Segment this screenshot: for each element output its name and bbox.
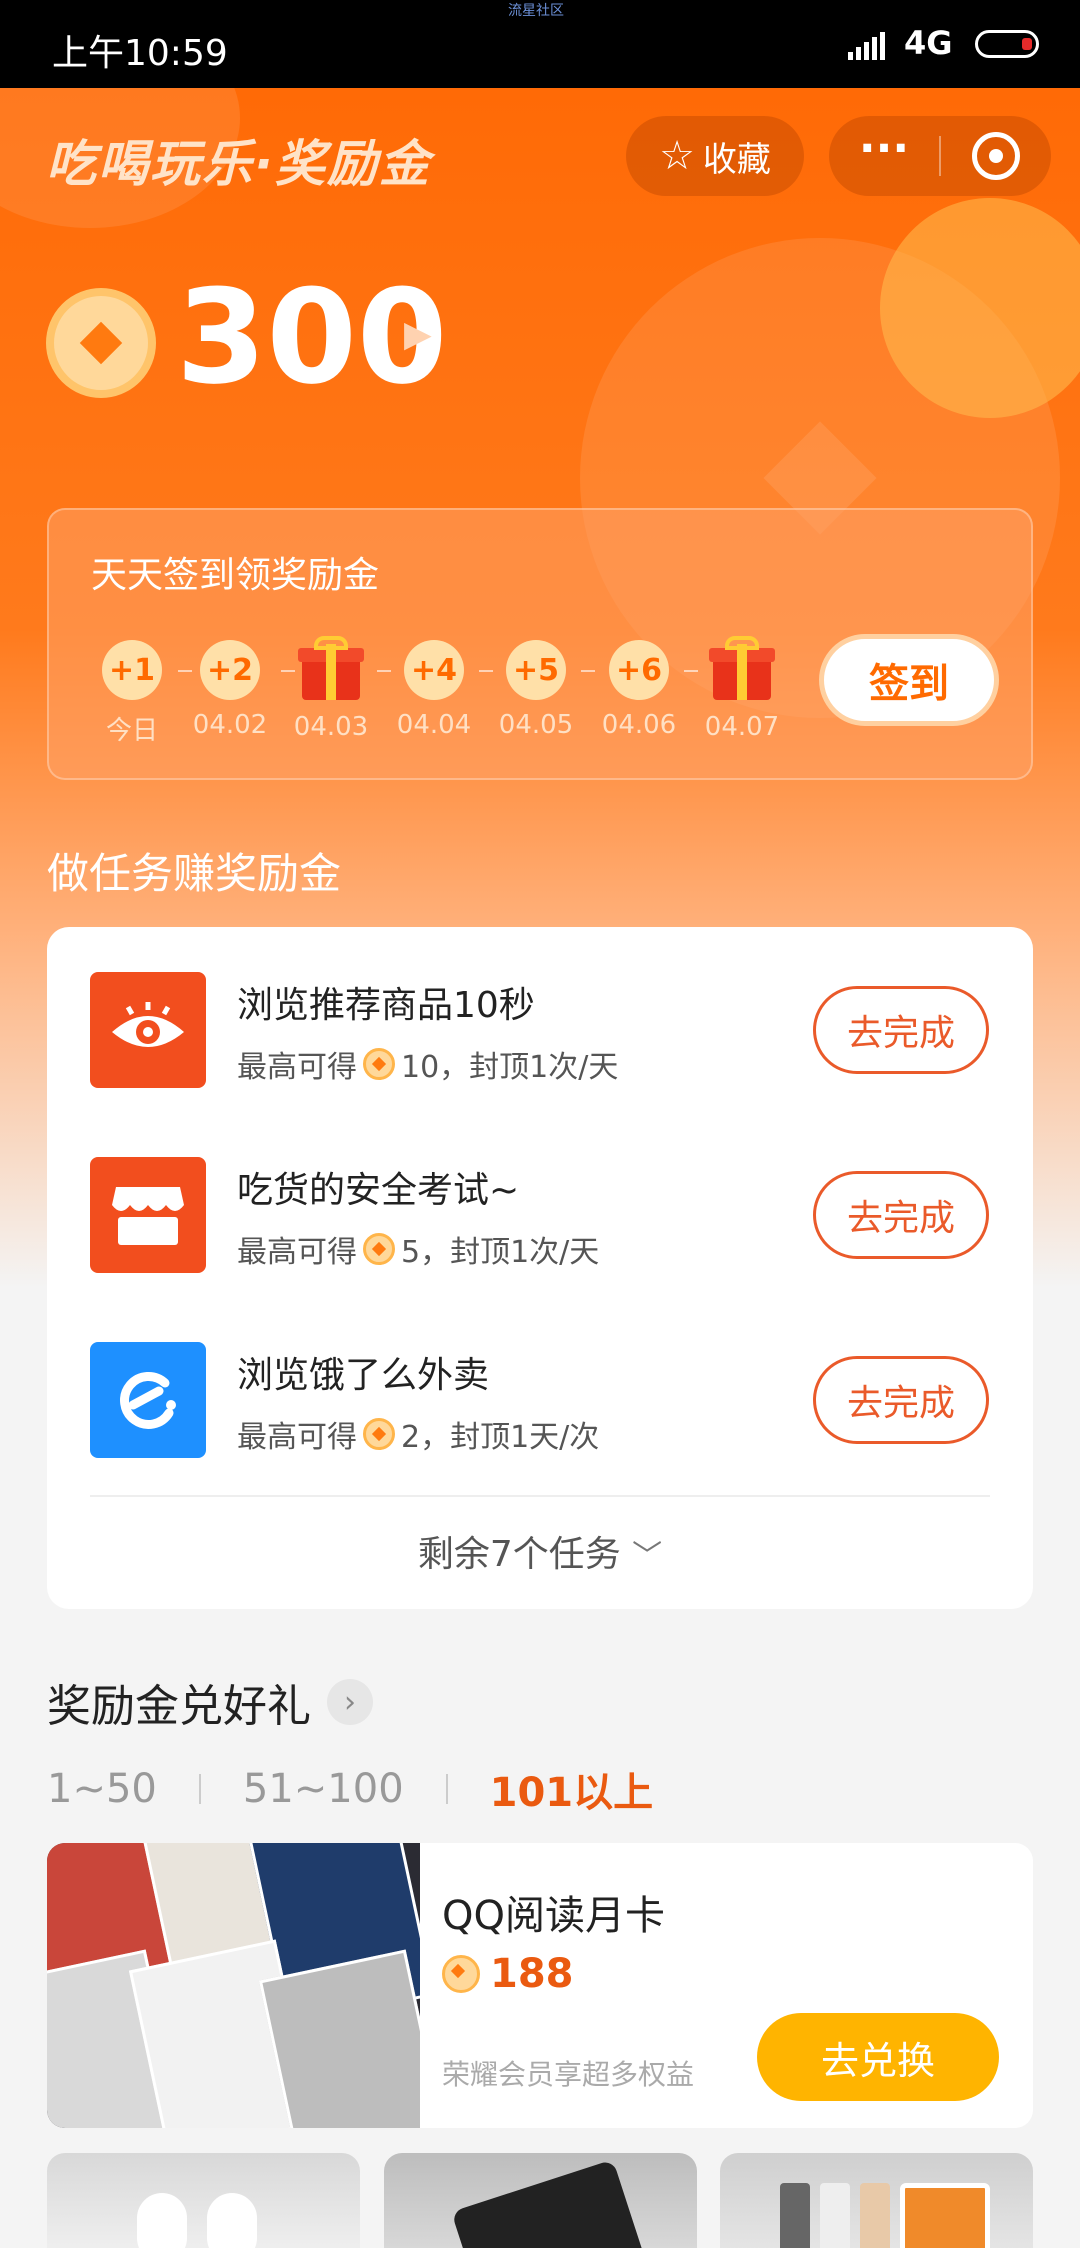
- task-name: 浏览推荐商品10秒: [237, 985, 535, 1026]
- chevron-right-icon[interactable]: ▶: [404, 314, 432, 355]
- day-date: 04.05: [498, 710, 574, 740]
- checkin-day: 04.03: [286, 636, 376, 742]
- product-name: QQ阅读月卡: [442, 1893, 665, 1939]
- chevron-down-icon: ﹀: [632, 1539, 663, 1574]
- gift-icon: [709, 636, 775, 702]
- battery-icon: [975, 30, 1039, 58]
- tab-range-101-plus[interactable]: 101以上: [490, 1760, 654, 1818]
- capsule-menu: ···: [829, 116, 1051, 196]
- task-desc-suffix: 2，封顶1天/次: [401, 1420, 600, 1455]
- tasks-heading: 做任务赚奖励金: [47, 849, 342, 898]
- product-thumbnail-speaker[interactable]: [384, 2153, 697, 2248]
- product-price: 188: [442, 1951, 574, 1997]
- network-type: 4G: [904, 24, 953, 62]
- status-bar: 上午10:59 流星社区 4G: [0, 0, 1080, 88]
- day-date: 04.07: [704, 712, 780, 742]
- checkin-title: 天天签到领奖励金: [91, 555, 380, 596]
- exchange-button[interactable]: 去兑换: [757, 2013, 999, 2101]
- favorite-label: 收藏: [702, 139, 771, 180]
- rewards-heading: 奖励金兑好礼: [47, 1681, 311, 1732]
- complete-task-button[interactable]: 去完成: [813, 1356, 989, 1444]
- close-icon: [972, 132, 1020, 180]
- task-item: 吃货的安全考试~ 最高可得 5，封顶1次/天 去完成: [47, 1157, 1033, 1277]
- product-image: [47, 1843, 420, 2128]
- product-price-value: 188: [490, 1951, 574, 1997]
- checkin-card: 天天签到领奖励金 +1 今日 +2 04.02 04.03 +4 04.04 +…: [47, 508, 1033, 780]
- checkin-day: +5 04.05: [491, 640, 581, 740]
- day-date: 04.02: [192, 710, 268, 740]
- gift-icon: [298, 636, 364, 702]
- points-range-tabs: 1~50 51~100 101以上: [47, 1760, 653, 1818]
- chevron-right-icon: ›: [327, 1679, 373, 1725]
- remaining-tasks-toggle[interactable]: 剩余7个任务 ﹀: [47, 1525, 1033, 1577]
- task-desc: 最高可得 10，封顶1次/天: [237, 1042, 618, 1086]
- watermark: 流星社区: [508, 3, 564, 19]
- checkin-day: +1 今日: [87, 640, 177, 747]
- tab-range-51-100[interactable]: 51~100: [243, 1766, 404, 1812]
- day-reward-badge: +2: [200, 640, 260, 700]
- store-icon: [90, 1157, 206, 1273]
- remaining-tasks-label: 剩余7个任务: [417, 1534, 621, 1575]
- task-desc-prefix: 最高可得: [237, 1235, 357, 1270]
- day-date: 04.04: [396, 710, 472, 740]
- product-thumbnail-tablet[interactable]: [720, 2153, 1033, 2248]
- task-desc-prefix: 最高可得: [237, 1050, 357, 1085]
- tab-range-1-50[interactable]: 1~50: [47, 1766, 157, 1812]
- complete-task-button[interactable]: 去完成: [813, 1171, 989, 1259]
- day-reward-badge: +4: [404, 640, 464, 700]
- coin-icon: [363, 1233, 395, 1265]
- checkin-day: +6 04.06: [594, 640, 684, 740]
- eye-icon: [90, 972, 206, 1088]
- checkin-button[interactable]: 签到: [819, 634, 999, 726]
- product-desc: 荣耀会员享超多权益: [442, 2058, 695, 2091]
- more-button[interactable]: ···: [829, 127, 939, 171]
- star-icon: ☆: [659, 133, 695, 179]
- complete-task-button[interactable]: 去完成: [813, 986, 989, 1074]
- day-reward-badge: +6: [609, 640, 669, 700]
- coin-icon: [442, 1955, 480, 1993]
- task-name: 吃货的安全考试~: [237, 1170, 520, 1211]
- checkin-day: +4 04.04: [389, 640, 479, 740]
- task-desc-suffix: 5，封顶1次/天: [401, 1235, 600, 1270]
- task-name: 浏览饿了么外卖: [237, 1355, 490, 1396]
- rewards-heading-row[interactable]: 奖励金兑好礼 ›: [47, 1670, 373, 1734]
- day-date: 04.03: [293, 712, 369, 742]
- favorite-button[interactable]: ☆ 收藏: [626, 116, 804, 196]
- task-list: 浏览推荐商品10秒 最高可得 10，封顶1次/天 去完成 吃货的安全考试~ 最高…: [47, 927, 1033, 1609]
- close-button[interactable]: [941, 132, 1051, 180]
- task-item: 浏览推荐商品10秒 最高可得 10，封顶1次/天 去完成: [47, 972, 1033, 1092]
- coin-icon: [363, 1418, 395, 1450]
- day-date: 04.06: [601, 710, 677, 740]
- checkin-day: 04.07: [697, 636, 787, 742]
- page-title: 吃喝玩乐·奖励金: [46, 135, 431, 193]
- task-desc-suffix: 10，封顶1次/天: [401, 1050, 619, 1085]
- task-desc-prefix: 最高可得: [237, 1420, 357, 1455]
- day-date: 今日: [105, 716, 158, 746]
- day-reward-badge: +1: [102, 640, 162, 700]
- coin-icon: [363, 1048, 395, 1080]
- signal-icon: [848, 30, 892, 60]
- day-reward-badge: +5: [506, 640, 566, 700]
- task-desc: 最高可得 5，封顶1次/天: [237, 1227, 599, 1271]
- task-desc: 最高可得 2，封顶1天/次: [237, 1412, 599, 1456]
- task-item: 浏览饿了么外卖 最高可得 2，封顶1天/次 去完成: [47, 1342, 1033, 1462]
- status-time: 上午10:59: [52, 33, 228, 74]
- coin-icon: [46, 288, 156, 398]
- product-thumbnail-earbuds[interactable]: [47, 2153, 360, 2248]
- checkin-day: +2 04.02: [185, 640, 275, 740]
- product-card[interactable]: QQ阅读月卡 188 荣耀会员享超多权益 去兑换: [47, 1843, 1033, 2128]
- eleme-icon: [90, 1342, 206, 1458]
